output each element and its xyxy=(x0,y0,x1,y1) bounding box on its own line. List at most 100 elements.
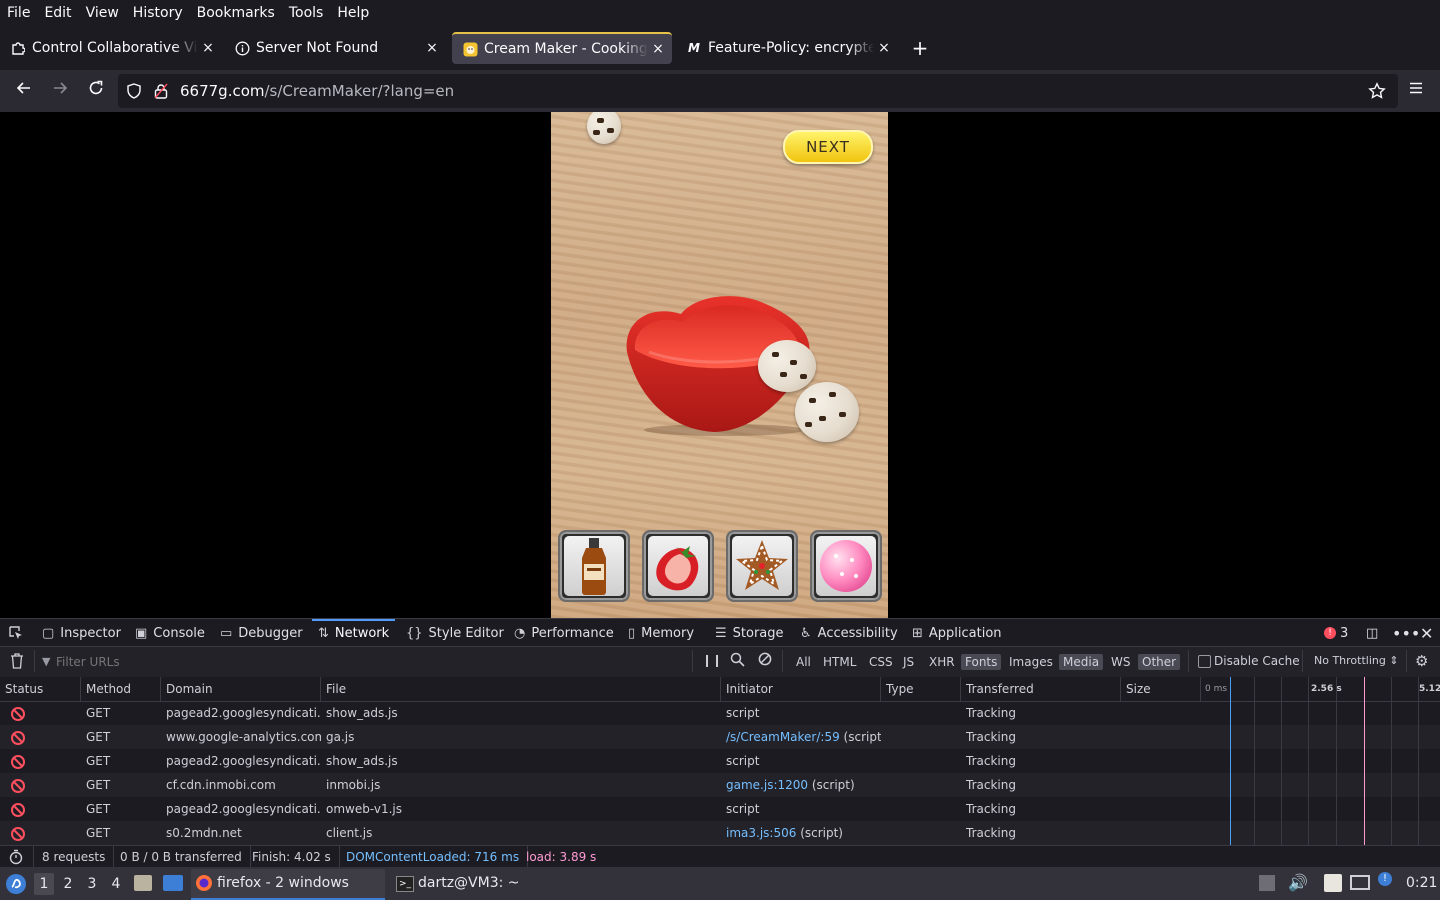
filter-ws[interactable]: WS xyxy=(1107,654,1134,670)
filter-other[interactable]: Other xyxy=(1138,654,1181,670)
devtools-more-button[interactable]: ••• xyxy=(1392,619,1420,647)
tab-control-collaborative[interactable]: Control Collaborative Virt × xyxy=(0,32,222,64)
reload-button[interactable] xyxy=(84,79,108,103)
notification-icon[interactable]: ! xyxy=(1378,872,1392,886)
taskbar-firefox[interactable]: firefox - 2 windows xyxy=(191,869,385,900)
menu-help[interactable]: Help xyxy=(330,5,376,21)
devtools-tab-style-editor[interactable]: {} Style Editor xyxy=(406,619,504,647)
column-initiator[interactable]: Initiator xyxy=(721,677,881,701)
devtools-tab-network[interactable]: ⇅ Network xyxy=(311,619,396,647)
devtools-tab-debugger[interactable]: ▭ Debugger xyxy=(220,619,303,647)
back-button[interactable] xyxy=(12,79,36,103)
menu-edit[interactable]: Edit xyxy=(37,5,78,21)
devtools-close-button[interactable]: ✕ xyxy=(1420,619,1433,647)
hamburger-icon xyxy=(1410,82,1422,94)
filter-js[interactable]: JS xyxy=(899,654,918,670)
menu-history[interactable]: History xyxy=(126,5,190,21)
close-tab-icon[interactable]: × xyxy=(648,41,668,57)
column-waterfall[interactable]: 0 ms 2.56 s 5.12 xyxy=(1201,677,1440,701)
column-domain[interactable]: Domain xyxy=(161,677,321,701)
game-canvas[interactable]: NEXT xyxy=(551,112,888,618)
error-count-badge[interactable]: ! 3 xyxy=(1324,619,1348,647)
close-tab-icon[interactable]: × xyxy=(422,40,442,56)
element-picker-button[interactable] xyxy=(8,619,24,647)
accessibility-icon: ♿ xyxy=(800,625,812,641)
initiator-link[interactable]: game.js:1200 xyxy=(726,778,808,792)
tab-cream-maker[interactable]: Cream Maker - Cooking G × xyxy=(452,32,672,64)
devtools-tab-performance[interactable]: ◔ Performance xyxy=(514,619,614,647)
bookmark-star-icon[interactable] xyxy=(1368,82,1386,104)
network-request-row[interactable]: GET cf.cdn.inmobi.com inmobi.js game.js:120… xyxy=(0,773,1440,797)
url-text[interactable]: 6677g.com/s/CreamMaker/?lang=en xyxy=(180,82,454,100)
performance-analysis-button[interactable] xyxy=(0,846,34,868)
menu-bookmarks[interactable]: Bookmarks xyxy=(190,5,282,21)
topping-gingerbread-star-button[interactable] xyxy=(726,530,798,602)
clear-trash-icon[interactable] xyxy=(10,653,24,673)
filter-all[interactable]: All xyxy=(792,654,815,670)
lock-icon[interactable] xyxy=(154,83,168,103)
start-menu-icon[interactable] xyxy=(5,873,27,899)
network-settings-gear-icon[interactable]: ⚙ xyxy=(1415,652,1428,670)
new-tab-button[interactable]: + xyxy=(908,36,932,60)
volume-icon[interactable]: 🔊 xyxy=(1288,873,1308,892)
devtools-tab-storage[interactable]: ☰ Storage xyxy=(715,619,784,647)
display-icon[interactable] xyxy=(1350,875,1370,890)
pause-icon[interactable]: ❙❙ xyxy=(702,653,722,667)
clipboard-icon[interactable] xyxy=(1324,874,1342,892)
devtools-tab-memory[interactable]: ▯ Memory xyxy=(628,619,694,647)
devtools-tab-accessibility[interactable]: ♿ Accessibility xyxy=(800,619,898,647)
filter-fonts[interactable]: Fonts xyxy=(961,654,1002,670)
search-icon[interactable] xyxy=(730,652,745,671)
menu-tools[interactable]: Tools xyxy=(282,5,331,21)
tracking-protection-shield-icon[interactable] xyxy=(126,83,142,103)
column-type[interactable]: Type xyxy=(881,677,961,701)
column-status[interactable]: Status xyxy=(0,677,81,701)
file-manager-icon[interactable] xyxy=(134,875,152,891)
column-method[interactable]: Method xyxy=(81,677,161,701)
topping-syrup-bottle-button[interactable] xyxy=(558,530,630,602)
devtools-tab-console[interactable]: ▣ Console xyxy=(135,619,205,647)
tab-title: Server Not Found xyxy=(256,40,379,56)
filter-css[interactable]: CSS xyxy=(865,654,897,670)
workspace-1[interactable]: 1 xyxy=(34,873,54,895)
show-desktop-icon[interactable] xyxy=(163,875,183,891)
network-request-row[interactable]: GET pagead2.googlesyndicati... show_ads.js… xyxy=(0,749,1440,773)
filter-xhr[interactable]: XHR xyxy=(925,654,959,670)
filter-media[interactable]: Media xyxy=(1059,654,1104,670)
devtools-tab-application[interactable]: ⊞ Application xyxy=(912,619,1002,647)
workspace-2[interactable]: 2 xyxy=(58,873,78,895)
throttling-select[interactable]: No Throttling ⇕ xyxy=(1314,654,1399,667)
column-size[interactable]: Size xyxy=(1121,677,1201,701)
network-request-row[interactable]: GET s0.2mdn.net client.js ima3.js:506 (scri… xyxy=(0,821,1440,845)
disable-cache-checkbox[interactable] xyxy=(1198,655,1211,668)
network-request-row[interactable]: GET pagead2.googlesyndicati... omweb-v1.js… xyxy=(0,797,1440,821)
workspace-4[interactable]: 4 xyxy=(106,873,126,895)
network-request-row[interactable]: GET www.google-analytics.com ga.js/s/Cream… xyxy=(0,725,1440,749)
initiator-link[interactable]: /s/CreamMaker/:59 xyxy=(726,730,840,744)
close-tab-icon[interactable]: × xyxy=(198,40,218,56)
workspace-3[interactable]: 3 xyxy=(82,873,102,895)
column-transferred[interactable]: Transferred xyxy=(961,677,1121,701)
topping-strawberry-button[interactable] xyxy=(642,530,714,602)
close-tab-icon[interactable]: × xyxy=(874,40,894,56)
tray-eject-icon[interactable] xyxy=(1259,875,1275,891)
filter-html[interactable]: HTML xyxy=(819,654,860,670)
taskbar-terminal[interactable]: >_ dartz@VM3: ~ xyxy=(392,869,572,898)
filter-urls-input[interactable] xyxy=(54,651,678,673)
devtools-tab-inspector[interactable]: ▢ Inspector xyxy=(42,619,121,647)
column-file[interactable]: File xyxy=(321,677,721,701)
topping-pink-candy-button[interactable] xyxy=(810,530,882,602)
block-requests-icon[interactable] xyxy=(758,652,772,670)
next-button[interactable]: NEXT xyxy=(783,130,873,164)
network-request-row[interactable]: GET pagead2.googlesyndicati... show_ads.js… xyxy=(0,701,1440,725)
tab-feature-policy[interactable]: M Feature-Policy: encrypted × xyxy=(676,32,898,64)
url-bar[interactable]: 6677g.com/s/CreamMaker/?lang=en xyxy=(118,74,1398,108)
dock-side-button[interactable]: ◫ xyxy=(1366,619,1378,647)
app-menu-button[interactable] xyxy=(1404,79,1428,103)
menu-view[interactable]: View xyxy=(79,5,126,21)
initiator-link[interactable]: ima3.js:506 xyxy=(726,826,796,840)
tab-server-not-found[interactable]: Server Not Found × xyxy=(224,32,446,64)
menu-file[interactable]: File xyxy=(0,5,37,21)
forward-button[interactable] xyxy=(48,79,72,103)
filter-images[interactable]: Images xyxy=(1005,654,1057,670)
